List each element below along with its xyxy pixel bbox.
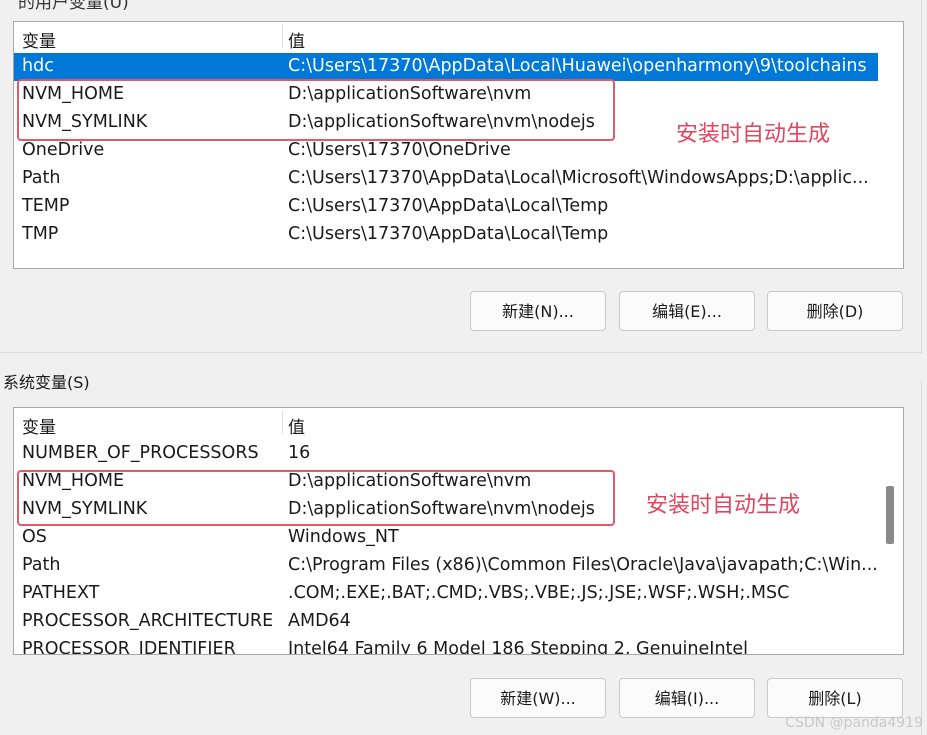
column-divider[interactable]	[282, 24, 283, 48]
table-row[interactable]: TMP C:\Users\17370\AppData\Local\Temp	[14, 221, 878, 249]
row-variable: TMP	[22, 224, 59, 244]
vertical-scrollbar[interactable]	[883, 438, 897, 650]
row-variable: TEMP	[22, 196, 70, 216]
table-row[interactable]: PROCESSOR_ARCHITECTURE AMD64	[14, 608, 878, 636]
row-value: AMD64	[288, 611, 351, 631]
row-value: C:\Users\17370\AppData\Local\Microsoft\W…	[288, 168, 869, 188]
row-value: .COM;.EXE;.BAT;.CMD;.VBS;.VBE;.JS;.JSE;.…	[288, 583, 790, 603]
table-row[interactable]: Path C:\Users\17370\AppData\Local\Micros…	[14, 165, 878, 193]
column-header-value[interactable]: 值	[288, 413, 305, 438]
row-value: 16	[288, 443, 311, 463]
row-variable: Path	[22, 555, 61, 575]
group-divider	[0, 352, 922, 353]
list-header: 变量 值	[14, 22, 903, 52]
table-row-selected[interactable]: hdc C:\Users\17370\AppData\Local\Huawei\…	[14, 53, 878, 81]
table-row[interactable]: Path C:\Program Files (x86)\Common Files…	[14, 552, 878, 580]
table-row[interactable]: PATHEXT .COM;.EXE;.BAT;.CMD;.VBS;.VBE;.J…	[14, 580, 878, 608]
row-variable: OS	[22, 527, 47, 547]
scrollbar-thumb[interactable]	[886, 486, 894, 544]
row-variable: OneDrive	[22, 140, 105, 160]
column-header-value[interactable]: 值	[288, 27, 305, 52]
row-variable: NUMBER_OF_PROCESSORS	[22, 443, 259, 463]
system-new-button[interactable]: 新建(W)...	[470, 678, 606, 718]
annotation-text: 安装时自动生成	[646, 493, 801, 518]
group-border-right	[921, 380, 922, 735]
table-row[interactable]: TEMP C:\Users\17370\AppData\Local\Temp	[14, 193, 878, 221]
row-value: C:\Users\17370\AppData\Local\Temp	[288, 196, 609, 216]
user-vars-title: 的用户变量(U)	[18, 0, 129, 13]
system-delete-button[interactable]: 删除(L)	[767, 678, 903, 718]
row-value: Intel64 Family 6 Model 186 Stepping 2, G…	[288, 639, 749, 655]
system-edit-button[interactable]: 编辑(I)...	[619, 678, 755, 718]
user-edit-button[interactable]: 编辑(E)...	[619, 291, 755, 331]
highlight-box	[17, 470, 615, 526]
system-variables-list[interactable]: 变量 值 NUMBER_OF_PROCESSORS 16 NVM_HOME D:…	[13, 407, 904, 655]
table-row[interactable]: NUMBER_OF_PROCESSORS 16	[14, 440, 878, 468]
watermark: CSDN @panda4919	[785, 715, 923, 731]
list-header: 变量 值	[14, 408, 903, 438]
system-vars-title: 系统变量(S)	[3, 373, 90, 392]
group-border-right	[921, 0, 922, 352]
row-variable: PROCESSOR_ARCHITECTURE	[22, 611, 274, 631]
column-header-variable[interactable]: 变量	[22, 27, 56, 52]
column-header-variable[interactable]: 变量	[22, 413, 56, 438]
row-value: C:\Users\17370\OneDrive	[288, 140, 511, 160]
row-value: C:\Users\17370\AppData\Local\Huawei\open…	[288, 56, 867, 76]
user-delete-button[interactable]: 删除(D)	[767, 291, 903, 331]
table-row[interactable]: OS Windows_NT	[14, 524, 878, 552]
row-variable: Path	[22, 168, 61, 188]
row-value: C:\Users\17370\AppData\Local\Temp	[288, 224, 609, 244]
row-value: Windows_NT	[288, 527, 399, 547]
row-variable: PROCESSOR_IDENTIFIER	[22, 639, 236, 655]
table-row[interactable]: PROCESSOR_IDENTIFIER Intel64 Family 6 Mo…	[14, 636, 878, 655]
column-divider[interactable]	[282, 410, 283, 434]
row-variable: PATHEXT	[22, 583, 100, 603]
annotation-text: 安装时自动生成	[676, 122, 831, 147]
user-new-button[interactable]: 新建(N)...	[470, 291, 606, 331]
row-variable: hdc	[22, 56, 54, 76]
highlight-box	[17, 79, 615, 141]
row-value: C:\Program Files (x86)\Common Files\Orac…	[288, 555, 878, 575]
